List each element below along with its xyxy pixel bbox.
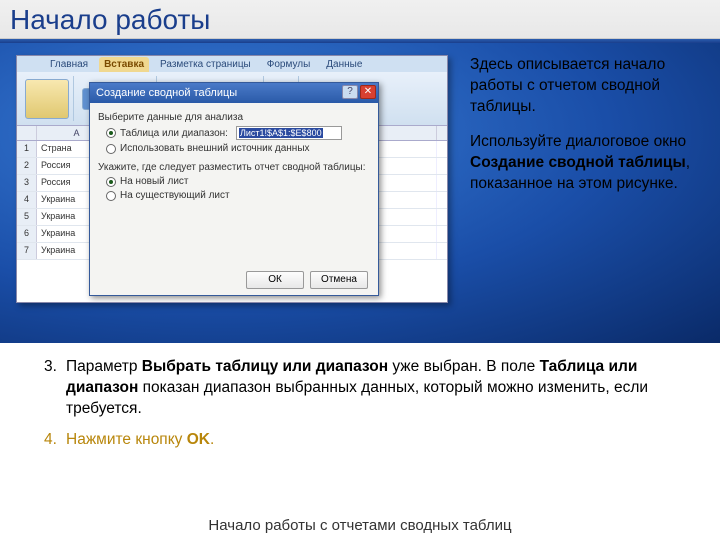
bullet-item-4: 4. Нажмите кнопку OK. [44,430,676,451]
row-header[interactable]: 6 [17,226,37,242]
bullet-text: Нажмите кнопку OK. [66,430,676,451]
radio-existing-sheet[interactable]: На существующий лист [106,190,370,201]
radio-label: На существующий лист [120,190,230,201]
main-content: Главная Вставка Разметка страницы Формул… [0,43,720,343]
bold-term: Создание сводной таблицы [470,154,686,171]
dialog-title: Создание сводной таблицы [96,87,237,99]
description-column: Здесь описывается начало работы с отчето… [456,55,696,335]
ribbon-tab-layout[interactable]: Разметка страницы [155,57,256,72]
row-header[interactable]: 5 [17,209,37,225]
description-p1: Здесь описывается начало работы с отчето… [470,55,696,118]
ribbon-tab-data[interactable]: Данные [321,57,367,72]
radio-label: Таблица или диапазон: [120,128,228,139]
radio-icon [106,144,116,154]
dialog-section-label: Укажите, где следует разместить отчет св… [98,162,370,173]
text: уже выбран. В поле [388,358,539,375]
ok-button[interactable]: ОК [246,271,304,289]
dialog-buttons: ОК Отмена [246,271,368,289]
row-header[interactable]: 1 [17,141,37,157]
dialog-section-label: Выберите данные для анализа [98,112,370,123]
radio-new-sheet[interactable]: На новый лист [106,176,370,187]
range-value: Лист1!$A$1:$E$800 [239,128,323,138]
radio-external-source[interactable]: Использовать внешний источник данных [106,143,370,154]
row-header[interactable]: 4 [17,192,37,208]
dialog-help-button[interactable]: ? [342,85,358,99]
dialog-close-button[interactable]: ✕ [360,85,376,99]
row-header[interactable]: 2 [17,158,37,174]
create-pivot-dialog: Создание сводной таблицы ? ✕ Выберите да… [89,82,379,296]
text: показан диапазон выбранных данных, котор… [66,379,648,417]
bullet-number: 4. [44,430,66,451]
bullet-item-3: 3. Параметр Выбрать таблицу или диапазон… [44,357,676,420]
text: . [210,431,214,448]
slide-title-bar: Начало работы [0,0,720,39]
pivot-table-icon[interactable] [25,79,69,119]
ribbon-tab-insert[interactable]: Вставка [99,57,149,72]
ribbon-tab-formulas[interactable]: Формулы [262,57,316,72]
slide-title: Начало работы [10,4,710,36]
range-input[interactable]: Лист1!$A$1:$E$800 [236,126,342,140]
row-header[interactable]: 3 [17,175,37,191]
text: Параметр [66,358,142,375]
excel-screenshot: Главная Вставка Разметка страницы Формул… [16,55,448,303]
radio-icon [106,128,116,138]
description-p2: Используйте диалоговое окно Создание сво… [470,132,696,195]
ribbon-tabs: Главная Вставка Разметка страницы Формул… [17,56,447,72]
ribbon-group-pivot [21,76,74,121]
ribbon-tab-home[interactable]: Главная [45,57,93,72]
slide-footer: Начало работы с отчетами сводных таблиц [0,517,720,534]
radio-label: На новый лист [120,176,189,187]
text: Нажмите кнопку [66,431,187,448]
radio-icon [106,191,116,201]
radio-label: Использовать внешний источник данных [120,143,310,154]
dialog-body: Выберите данные для анализа Таблица или … [90,103,378,210]
bold-term: OK [187,431,210,448]
radio-select-table[interactable]: Таблица или диапазон: Лист1!$A$1:$E$800 [106,126,370,140]
text: Используйте диалоговое окно [470,133,686,150]
screenshot-column: Главная Вставка Разметка страницы Формул… [16,55,456,335]
radio-icon [106,177,116,187]
bullet-number: 3. [44,357,66,420]
row-header[interactable]: 7 [17,243,37,259]
bullet-text: Параметр Выбрать таблицу или диапазон уж… [66,357,676,420]
dialog-titlebar: Создание сводной таблицы ? ✕ [90,83,378,103]
cancel-button[interactable]: Отмена [310,271,368,289]
bold-term: Выбрать таблицу или диапазон [142,358,388,375]
corner-cell[interactable] [17,126,37,140]
bullet-list: 3. Параметр Выбрать таблицу или диапазон… [0,343,720,451]
